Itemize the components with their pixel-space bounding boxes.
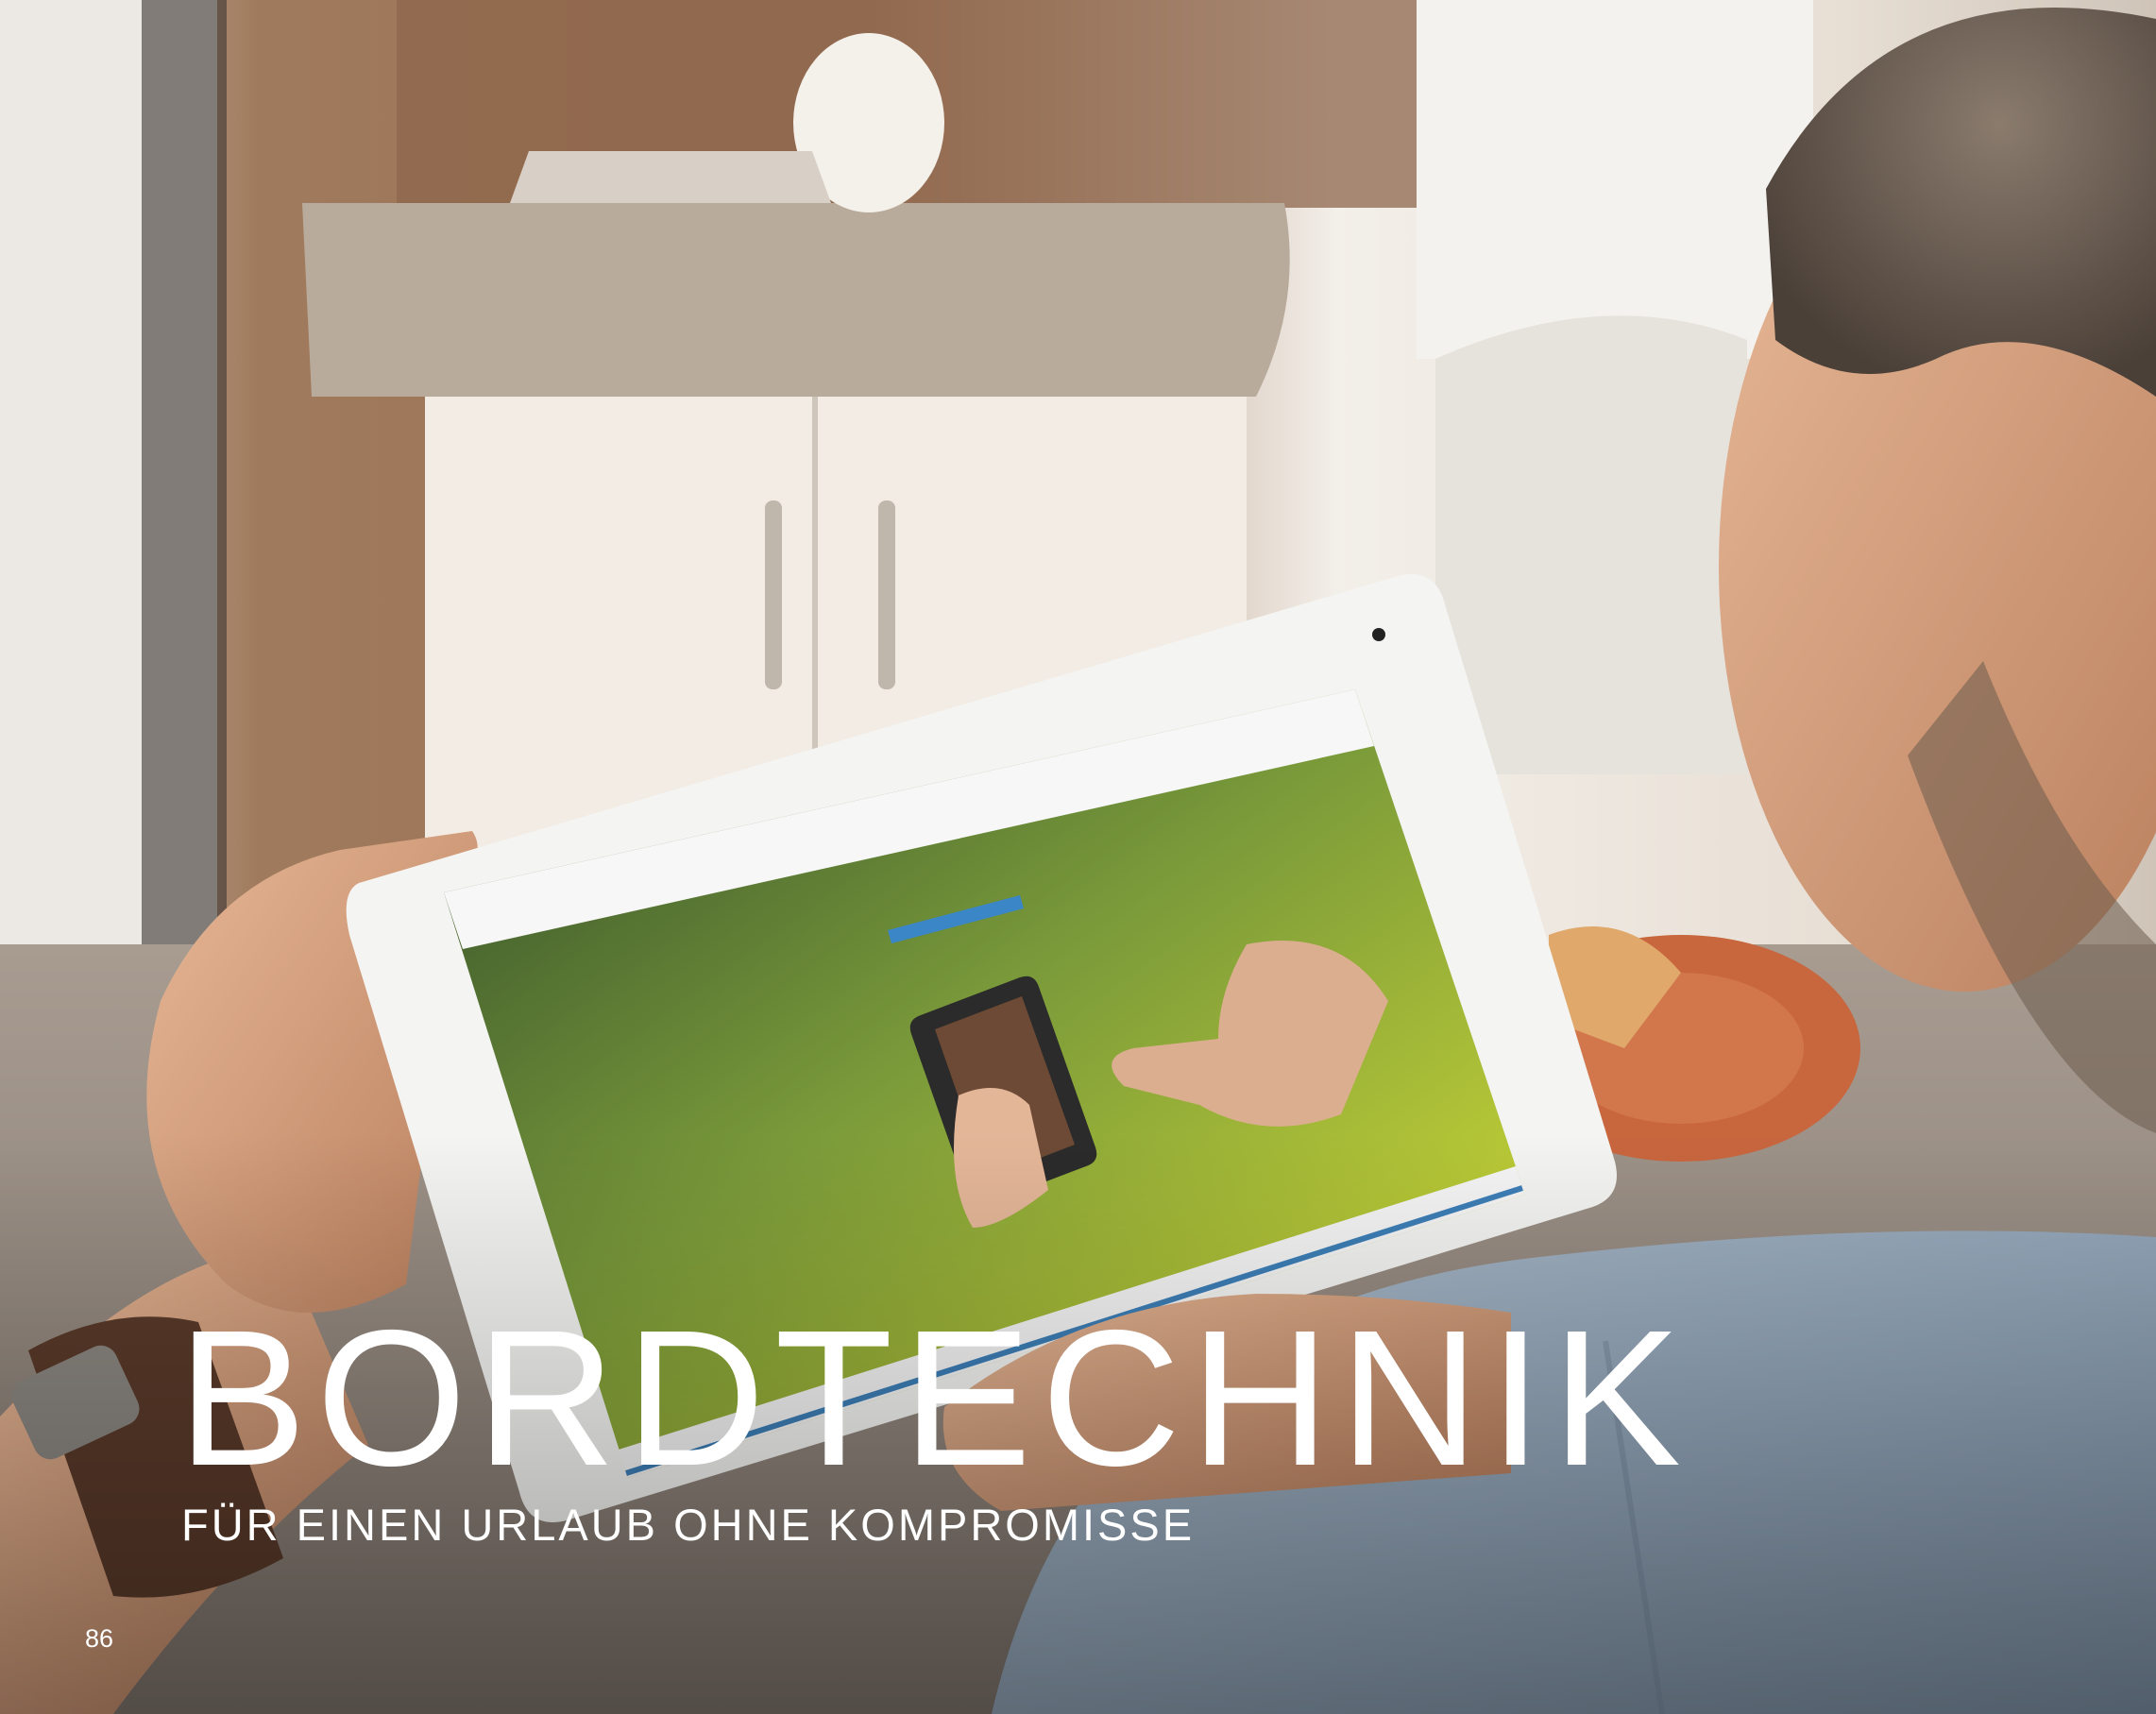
brochure-page: BORDTECHNIK FÜR EINEN URLAUB OHNE KOMPRO… [0,0,2156,1714]
page-headline: BORDTECHNIK [178,1290,1691,1506]
page-subline: FÜR EINEN URLAUB OHNE KOMPROMISSE [181,1500,1196,1550]
page-number: 86 [85,1624,114,1653]
